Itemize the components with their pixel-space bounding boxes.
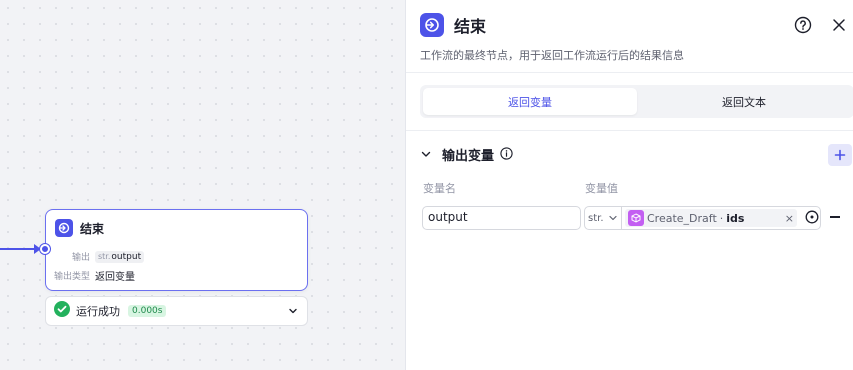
run-duration-badge: 0.000s <box>128 305 167 317</box>
chevron-down-icon[interactable] <box>420 145 432 164</box>
column-header-name: 变量名 <box>423 182 456 195</box>
chevron-down-icon[interactable] <box>287 302 299 321</box>
clear-reference-icon[interactable]: × <box>785 212 794 225</box>
chevron-down-icon <box>609 215 617 221</box>
tab-return-text[interactable]: 返回文本 <box>637 88 851 115</box>
close-icon[interactable] <box>830 16 848 34</box>
node-config-panel: 结束 工作流的最终节点，用于返回工作流运行后的结果信息 返回变量 返回文本 输出… <box>405 0 853 370</box>
remove-variable-button[interactable] <box>830 216 840 218</box>
panel-description: 工作流的最终节点，用于返回工作流运行后的结果信息 <box>420 49 684 62</box>
divider <box>406 72 853 73</box>
end-node-icon <box>55 219 73 237</box>
reference-separator: · <box>719 211 724 225</box>
panel-title: 结束 <box>454 17 487 36</box>
divider <box>406 130 853 131</box>
node-title: 结束 <box>80 221 105 236</box>
variable-select-icon[interactable] <box>805 209 819 228</box>
variable-type-select[interactable]: str. <box>585 207 622 229</box>
tab-return-variable[interactable]: 返回变量 <box>423 88 637 115</box>
plus-icon <box>834 149 846 161</box>
reference-source-node: Create_Draft <box>647 211 717 225</box>
end-node[interactable]: 结束 输出 str. output 输出类型 返回变量 <box>45 209 308 291</box>
variable-reference-tag[interactable]: Create_Draft · ids × <box>625 209 797 227</box>
run-status: 运行成功 <box>76 305 120 318</box>
add-variable-button[interactable] <box>828 144 852 166</box>
info-icon[interactable] <box>500 145 513 164</box>
node-output-label: 输出 <box>71 253 90 263</box>
node-input-port[interactable] <box>40 244 50 254</box>
variable-value-field[interactable]: str. Create_Draft · ids × <box>584 206 821 230</box>
run-result-bar[interactable]: 运行成功 0.000s <box>45 296 308 326</box>
return-mode-tabs: 返回变量 返回文本 <box>420 85 853 118</box>
section-title: 输出变量 <box>442 149 495 164</box>
reference-field: ids <box>726 211 745 225</box>
node-output-kind-label: 输出类型 <box>53 272 90 282</box>
output-variables-header[interactable]: 输出变量 <box>420 145 513 164</box>
node-output-row: 输出 str. output <box>46 250 145 263</box>
node-output-chip: str. output <box>95 250 145 263</box>
success-icon <box>54 301 70 321</box>
node-output-kind-value: 返回变量 <box>95 272 135 283</box>
end-node-icon <box>420 13 444 37</box>
cube-icon <box>628 210 644 226</box>
column-header-value: 变量值 <box>585 182 618 195</box>
node-output-type: str. <box>98 252 111 261</box>
node-output-name: output <box>111 251 142 262</box>
variable-name-input[interactable]: output <box>422 206 581 230</box>
variable-type: str. <box>588 212 604 224</box>
node-output-kind-row: 输出类型 返回变量 <box>46 268 135 283</box>
help-icon[interactable] <box>794 16 812 34</box>
